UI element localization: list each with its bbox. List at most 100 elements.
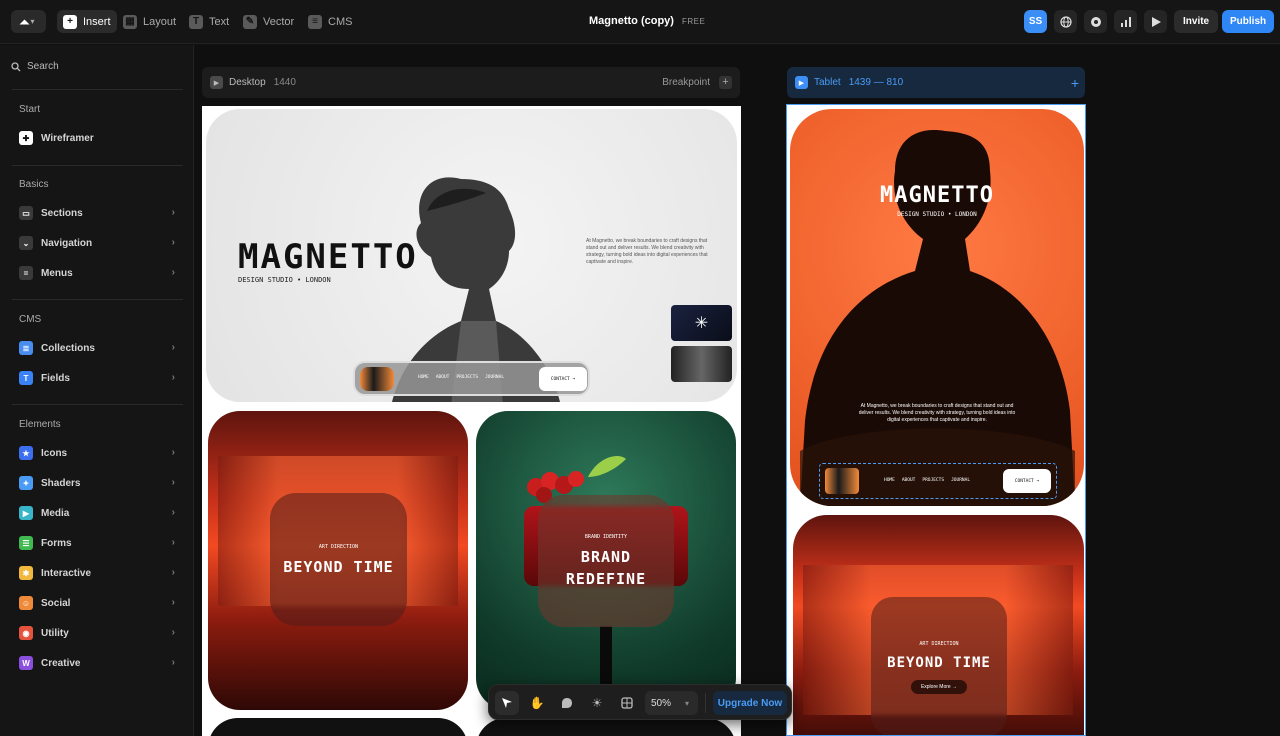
contact-button[interactable]: CONTACT → [539,367,587,391]
nav-link-home[interactable]: HOME [418,375,429,380]
nav-link-projects[interactable]: PROJECTS [922,478,944,483]
invite-button[interactable]: Invite [1174,10,1219,33]
sidebar-item-collections[interactable]: ≣ Collections › [19,339,179,357]
insert-button[interactable]: + Insert [57,10,117,33]
divider [12,404,183,405]
sidebar-item-forms[interactable]: ☰ Forms › [19,534,179,552]
chevron-right-icon: › [171,657,175,668]
nav-links: HOME ABOUT PROJECTS JOURNAL [418,375,504,380]
tablet-project-card[interactable]: ART DIRECTION BEYOND TIME Explore More → [793,515,1084,735]
sidebar-item-icons[interactable]: ★ Icons › [19,444,179,462]
plus-icon[interactable]: + [1071,75,1079,91]
navigation-icon: ⌄ [19,236,33,250]
layout-icon: ▦ [123,14,137,29]
desktop-frame[interactable]: MAGNETTO DESIGN STUDIO • LONDON At Magne… [202,106,741,736]
nav-link-projects[interactable]: PROJECTS [456,375,478,380]
contact-button[interactable]: CONTACT → [1003,469,1051,493]
search-input[interactable]: Search [11,61,59,72]
tablet-hero-blurb: At Magnetto, we break boundaries to craf… [858,403,1016,423]
play-icon: ▶ [795,76,808,89]
pen-icon: ✎ [243,14,257,29]
publish-button[interactable]: Publish [1222,10,1275,33]
grid-tool-button[interactable] [615,691,639,715]
plus-icon: + [63,14,77,29]
sidebar-item-creative[interactable]: W Creative › [19,654,179,672]
plus-icon[interactable]: + [719,76,732,89]
nav-logo-image [360,367,394,391]
nav-link-home[interactable]: HOME [884,478,895,483]
frame-width: 1440 [273,77,296,88]
nav-link-journal[interactable]: JOURNAL [485,375,504,380]
settings-icon[interactable] [1084,10,1107,33]
tablet-frame-header[interactable]: ▶ Tablet 1439 — 810 + [787,67,1085,98]
card-glass-panel: ART DIRECTION BEYOND TIME [270,493,407,626]
chevron-right-icon: › [171,507,175,518]
analytics-icon[interactable] [1114,10,1137,33]
sidebar-item-shaders[interactable]: ✦ Shaders › [19,474,179,492]
zoom-select[interactable]: 50% ▾ [645,691,698,715]
card-title-line1: BRAND [580,548,632,566]
upgrade-button[interactable]: Upgrade Now [713,691,787,715]
top-toolbar: ▾ + Insert ▦ Layout T Text ✎ Vector ≡ CM… [0,0,1280,44]
canvas-toolbar: ✋ ☀ 50% ▾ Upgrade Now [488,684,792,720]
frame-name: Tablet [814,77,841,88]
tablet-nav-bar[interactable]: HOME ABOUT PROJECTS JOURNAL CONTACT → [819,463,1057,499]
layout-button[interactable]: ▦ Layout [117,10,182,33]
canvas[interactable]: ▶ Desktop 1440 Breakpoint + ▶ Tablet 143… [195,45,1280,736]
sidebar-item-media[interactable]: ▶ Media › [19,504,179,522]
chevron-right-icon: › [171,207,175,218]
sidebar-item-utility[interactable]: ◉ Utility › [19,624,179,642]
section-heading-elements: Elements [19,419,61,430]
select-tool-button[interactable] [495,691,519,715]
hero-blurb: At Magnetto, we break boundaries to craf… [586,238,708,265]
project-card-brand-redefine[interactable]: BRAND IDENTITY BRAND REDEFINE [476,411,736,710]
sidebar-item-label: Shaders [41,477,81,489]
silhouette-image [800,130,1075,506]
text-button[interactable]: T Text [183,10,235,33]
layout-label: Layout [143,15,177,28]
search-icon [11,61,21,71]
nav-link-about[interactable]: ABOUT [436,375,450,380]
project-title[interactable]: Magnetto (copy) FREE [589,15,705,27]
card-title-line2: REDEFINE [565,570,647,588]
sidebar-item-sections[interactable]: ▭ Sections › [19,204,179,222]
vector-button[interactable]: ✎ Vector [237,10,300,33]
nav-link-journal[interactable]: JOURNAL [951,478,970,483]
insert-label: Insert [83,15,111,28]
sidebar-item-fields[interactable]: T Fields › [19,369,179,387]
sidebar-item-menus[interactable]: = Menus › [19,264,179,282]
nav-links: HOME ABOUT PROJECTS JOURNAL [884,478,970,483]
chevron-right-icon: › [171,567,175,578]
chevron-right-icon: › [171,342,175,353]
play-icon[interactable] [1144,10,1167,33]
divider [12,89,183,90]
nav-link-about[interactable]: ABOUT [902,478,916,483]
globe-icon[interactable] [1054,10,1077,33]
sidebar-item-social[interactable]: ☺ Social › [19,594,179,612]
divider [12,165,183,166]
theme-toggle-button[interactable]: ☀ [585,691,609,715]
sidebar-item-label: Utility [41,627,69,639]
sidebar-item-wireframer[interactable]: ✚ Wireframer [19,129,179,147]
framer-menu-button[interactable]: ▾ [11,10,46,33]
comment-tool-button[interactable] [555,691,579,715]
collections-icon: ≣ [19,341,33,355]
tablet-frame[interactable]: MAGNETTO DESIGN STUDIO • LONDON At Magne… [786,104,1086,736]
menus-icon: = [19,266,33,280]
sidebar-item-label: Wireframer [41,132,94,144]
project-card-beyond-time[interactable]: ART DIRECTION BEYOND TIME [208,411,468,710]
avatar[interactable]: SS [1024,10,1047,33]
sidebar-item-label: Media [41,507,70,519]
cms-button[interactable]: ≡ CMS [302,10,358,33]
fields-icon: T [19,371,33,385]
section-heading-cms: CMS [19,314,42,325]
desktop-frame-header[interactable]: ▶ Desktop 1440 Breakpoint + [202,67,740,98]
hand-tool-button[interactable]: ✋ [525,691,549,715]
breakpoint-button[interactable]: Breakpoint [662,77,710,88]
chevron-right-icon: › [171,447,175,458]
sidebar-item-label: Icons [41,447,68,459]
explore-more-button[interactable]: Explore More → [910,679,968,694]
sidebar-item-navigation[interactable]: ⌄ Navigation › [19,234,179,252]
sidebar-item-interactive[interactable]: ✱ Interactive › [19,564,179,582]
card-glass-panel: ART DIRECTION BEYOND TIME Explore More → [871,597,1007,735]
